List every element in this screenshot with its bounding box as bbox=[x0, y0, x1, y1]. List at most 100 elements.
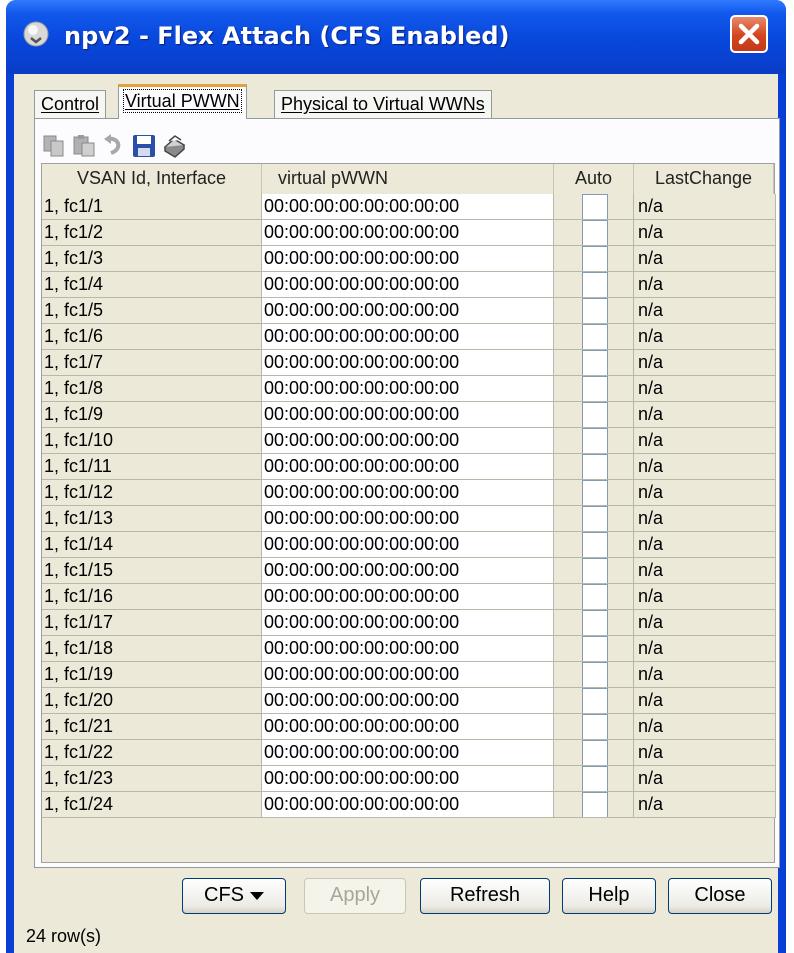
auto-checkbox[interactable] bbox=[582, 558, 608, 583]
virtual-pwwn-cell[interactable]: 00:00:00:00:00:00:00:00 bbox=[262, 740, 554, 766]
auto-checkbox[interactable] bbox=[582, 220, 608, 245]
column-header-virtual-pwwn[interactable]: virtual pWWN bbox=[262, 164, 554, 194]
print-icon[interactable] bbox=[161, 133, 187, 159]
table-row[interactable]: 1, fc1/5 00:00:00:00:00:00:00:00 n/a bbox=[42, 298, 776, 324]
auto-checkbox[interactable] bbox=[582, 610, 608, 635]
virtual-pwwn-cell[interactable]: 00:00:00:00:00:00:00:00 bbox=[262, 584, 554, 610]
virtual-pwwn-cell[interactable]: 00:00:00:00:00:00:00:00 bbox=[262, 636, 554, 662]
virtual-pwwn-cell[interactable]: 00:00:00:00:00:00:00:00 bbox=[262, 246, 554, 272]
auto-checkbox[interactable] bbox=[582, 246, 608, 271]
virtual-pwwn-cell[interactable]: 00:00:00:00:00:00:00:00 bbox=[262, 428, 554, 454]
table-row[interactable]: 1, fc1/20 00:00:00:00:00:00:00:00 n/a bbox=[42, 688, 776, 714]
tab-control[interactable]: Control bbox=[34, 90, 107, 118]
auto-checkbox[interactable] bbox=[582, 792, 608, 817]
last-change-cell: n/a bbox=[634, 272, 776, 298]
table-row[interactable]: 1, fc1/21 00:00:00:00:00:00:00:00 n/a bbox=[42, 714, 776, 740]
virtual-pwwn-cell[interactable]: 00:00:00:00:00:00:00:00 bbox=[262, 610, 554, 636]
last-change-cell: n/a bbox=[634, 324, 776, 350]
paste-icon[interactable] bbox=[71, 133, 97, 159]
virtual-pwwn-cell[interactable]: 00:00:00:00:00:00:00:00 bbox=[262, 662, 554, 688]
table-row[interactable]: 1, fc1/2 00:00:00:00:00:00:00:00 n/a bbox=[42, 220, 776, 246]
auto-checkbox[interactable] bbox=[582, 480, 608, 505]
virtual-pwwn-cell[interactable]: 00:00:00:00:00:00:00:00 bbox=[262, 402, 554, 428]
table-row[interactable]: 1, fc1/7 00:00:00:00:00:00:00:00 n/a bbox=[42, 350, 776, 376]
auto-checkbox[interactable] bbox=[582, 350, 608, 375]
auto-checkbox[interactable] bbox=[582, 194, 608, 219]
auto-checkbox[interactable] bbox=[582, 714, 608, 739]
refresh-button[interactable]: Refresh bbox=[420, 878, 550, 914]
table-row[interactable]: 1, fc1/9 00:00:00:00:00:00:00:00 n/a bbox=[42, 402, 776, 428]
last-change-cell: n/a bbox=[634, 350, 776, 376]
auto-checkbox[interactable] bbox=[582, 454, 608, 479]
table-row[interactable]: 1, fc1/17 00:00:00:00:00:00:00:00 n/a bbox=[42, 610, 776, 636]
table-row[interactable]: 1, fc1/6 00:00:00:00:00:00:00:00 n/a bbox=[42, 324, 776, 350]
title-bar[interactable]: npv2 - Flex Attach (CFS Enabled) bbox=[6, 0, 786, 74]
auto-checkbox[interactable] bbox=[582, 766, 608, 791]
column-header-last-change[interactable]: LastChange bbox=[634, 164, 774, 194]
table-row[interactable]: 1, fc1/19 00:00:00:00:00:00:00:00 n/a bbox=[42, 662, 776, 688]
auto-checkbox[interactable] bbox=[582, 740, 608, 765]
auto-cell bbox=[554, 610, 634, 636]
virtual-pwwn-cell[interactable]: 00:00:00:00:00:00:00:00 bbox=[262, 714, 554, 740]
close-button[interactable]: Close bbox=[668, 878, 772, 914]
table-row[interactable]: 1, fc1/23 00:00:00:00:00:00:00:00 n/a bbox=[42, 766, 776, 792]
virtual-pwwn-cell[interactable]: 00:00:00:00:00:00:00:00 bbox=[262, 324, 554, 350]
table-row[interactable]: 1, fc1/10 00:00:00:00:00:00:00:00 n/a bbox=[42, 428, 776, 454]
table-row[interactable]: 1, fc1/14 00:00:00:00:00:00:00:00 n/a bbox=[42, 532, 776, 558]
auto-checkbox[interactable] bbox=[582, 506, 608, 531]
virtual-pwwn-cell[interactable]: 00:00:00:00:00:00:00:00 bbox=[262, 350, 554, 376]
auto-cell bbox=[554, 376, 634, 402]
virtual-pwwn-cell[interactable]: 00:00:00:00:00:00:00:00 bbox=[262, 272, 554, 298]
column-header-interface[interactable]: VSAN Id, Interface bbox=[42, 164, 262, 194]
auto-checkbox[interactable] bbox=[582, 272, 608, 297]
table-row[interactable]: 1, fc1/11 00:00:00:00:00:00:00:00 n/a bbox=[42, 454, 776, 480]
auto-checkbox[interactable] bbox=[582, 376, 608, 401]
window-close-button[interactable] bbox=[730, 15, 768, 53]
undo-icon[interactable] bbox=[101, 133, 127, 159]
help-button[interactable]: Help bbox=[562, 878, 656, 914]
virtual-pwwn-cell[interactable]: 00:00:00:00:00:00:00:00 bbox=[262, 454, 554, 480]
virtual-pwwn-cell[interactable]: 00:00:00:00:00:00:00:00 bbox=[262, 688, 554, 714]
table-row[interactable]: 1, fc1/12 00:00:00:00:00:00:00:00 n/a bbox=[42, 480, 776, 506]
table-row[interactable]: 1, fc1/1 00:00:00:00:00:00:00:00 n/a bbox=[42, 194, 776, 220]
table-row[interactable]: 1, fc1/22 00:00:00:00:00:00:00:00 n/a bbox=[42, 740, 776, 766]
table-row[interactable]: 1, fc1/4 00:00:00:00:00:00:00:00 n/a bbox=[42, 272, 776, 298]
table-row[interactable]: 1, fc1/24 00:00:00:00:00:00:00:00 n/a bbox=[42, 792, 776, 818]
table-row[interactable]: 1, fc1/3 00:00:00:00:00:00:00:00 n/a bbox=[42, 246, 776, 272]
virtual-pwwn-cell[interactable]: 00:00:00:00:00:00:00:00 bbox=[262, 792, 554, 818]
auto-checkbox[interactable] bbox=[582, 298, 608, 323]
auto-checkbox[interactable] bbox=[582, 402, 608, 427]
virtual-pwwn-cell[interactable]: 00:00:00:00:00:00:00:00 bbox=[262, 506, 554, 532]
cfs-dropdown-button[interactable]: CFS bbox=[182, 878, 286, 914]
table-row[interactable]: 1, fc1/18 00:00:00:00:00:00:00:00 n/a bbox=[42, 636, 776, 662]
virtual-pwwn-cell[interactable]: 00:00:00:00:00:00:00:00 bbox=[262, 376, 554, 402]
table-row[interactable]: 1, fc1/15 00:00:00:00:00:00:00:00 n/a bbox=[42, 558, 776, 584]
interface-cell: 1, fc1/17 bbox=[42, 610, 262, 636]
auto-cell bbox=[554, 298, 634, 324]
auto-checkbox[interactable] bbox=[582, 688, 608, 713]
virtual-pwwn-cell[interactable]: 00:00:00:00:00:00:00:00 bbox=[262, 194, 554, 220]
auto-checkbox[interactable] bbox=[582, 636, 608, 661]
save-icon[interactable] bbox=[131, 133, 157, 159]
table-row[interactable]: 1, fc1/16 00:00:00:00:00:00:00:00 n/a bbox=[42, 584, 776, 610]
tab-physical-to-virtual-wwns[interactable]: Physical to Virtual WWNs bbox=[274, 90, 492, 118]
virtual-pwwn-cell[interactable]: 00:00:00:00:00:00:00:00 bbox=[262, 558, 554, 584]
virtual-pwwn-cell[interactable]: 00:00:00:00:00:00:00:00 bbox=[262, 298, 554, 324]
table-row[interactable]: 1, fc1/13 00:00:00:00:00:00:00:00 n/a bbox=[42, 506, 776, 532]
column-header-auto[interactable]: Auto bbox=[554, 164, 634, 194]
tab-virtual-pwwn[interactable]: Virtual PWWN bbox=[118, 84, 247, 119]
auto-checkbox[interactable] bbox=[582, 662, 608, 687]
virtual-pwwn-cell[interactable]: 00:00:00:00:00:00:00:00 bbox=[262, 220, 554, 246]
copy-icon[interactable] bbox=[41, 133, 67, 159]
last-change-cell: n/a bbox=[634, 610, 776, 636]
auto-checkbox[interactable] bbox=[582, 584, 608, 609]
auto-checkbox[interactable] bbox=[582, 532, 608, 557]
auto-cell bbox=[554, 740, 634, 766]
apply-button[interactable]: Apply bbox=[304, 878, 406, 914]
table-row[interactable]: 1, fc1/8 00:00:00:00:00:00:00:00 n/a bbox=[42, 376, 776, 402]
auto-checkbox[interactable] bbox=[582, 324, 608, 349]
virtual-pwwn-cell[interactable]: 00:00:00:00:00:00:00:00 bbox=[262, 532, 554, 558]
auto-checkbox[interactable] bbox=[582, 428, 608, 453]
virtual-pwwn-cell[interactable]: 00:00:00:00:00:00:00:00 bbox=[262, 480, 554, 506]
virtual-pwwn-cell[interactable]: 00:00:00:00:00:00:00:00 bbox=[262, 766, 554, 792]
